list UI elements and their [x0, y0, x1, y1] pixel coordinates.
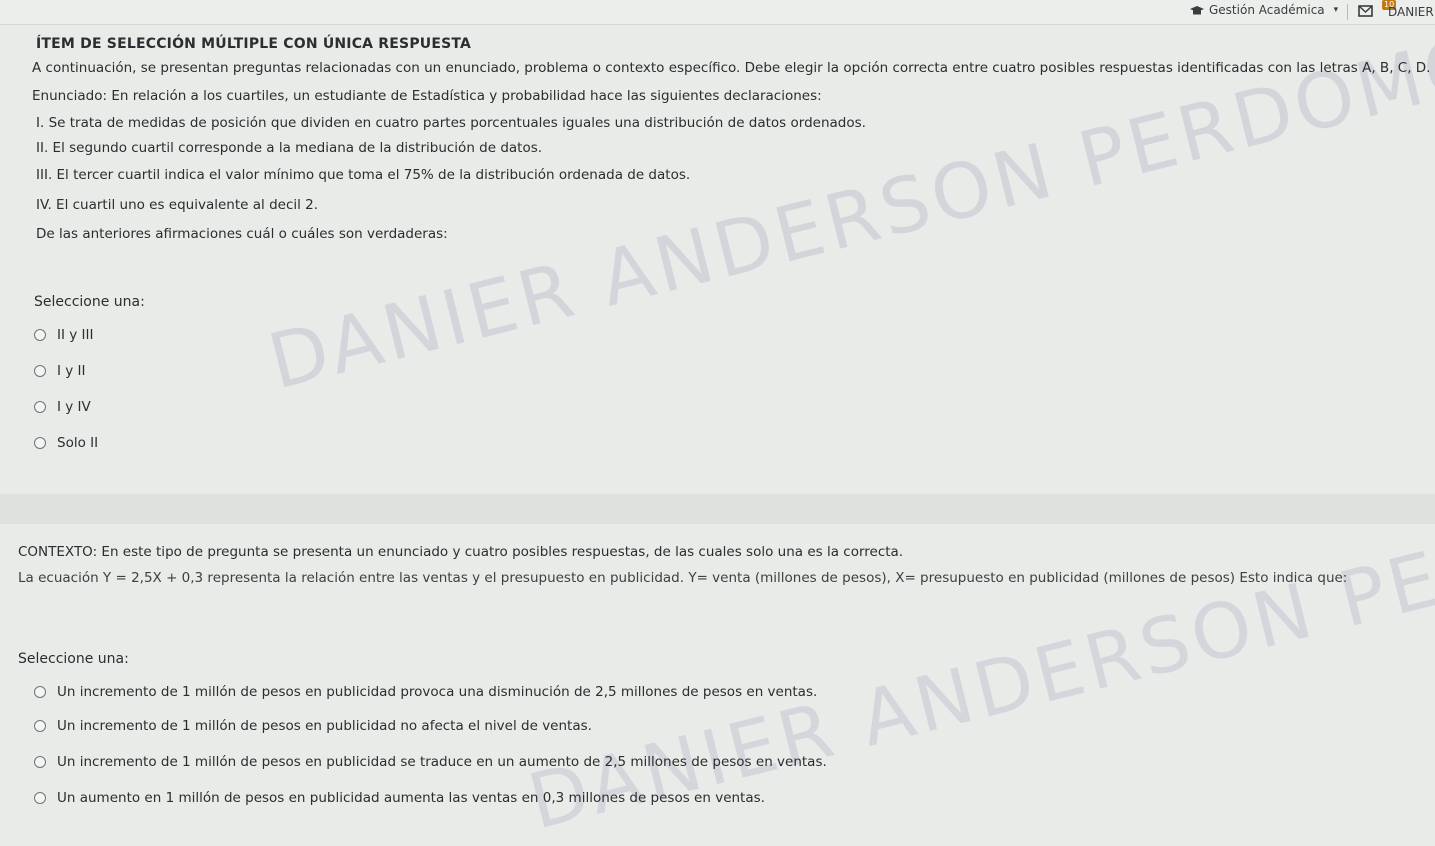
question-2: CONTEXTO: En este tipo de pregunta se pr… [0, 524, 1435, 834]
answer-option[interactable]: Un incremento de 1 millón de pesos en pu… [34, 754, 827, 770]
answer-option-label: I y IV [57, 399, 91, 415]
radio-button[interactable] [34, 792, 46, 804]
question-prompt: De las anteriores afirmaciones cuál o cu… [36, 226, 448, 242]
radio-button[interactable] [34, 365, 46, 377]
academic-management-label: Gestión Académica [1209, 3, 1325, 17]
answer-option[interactable]: I y II [34, 363, 86, 379]
academic-management-menu[interactable]: Gestión Académica ▾ [1190, 3, 1338, 17]
radio-button[interactable] [34, 686, 46, 698]
radio-button[interactable] [34, 401, 46, 413]
claim-2: II. El segundo cuartil corresponde a la … [36, 140, 543, 156]
topbar-divider [1347, 4, 1348, 20]
answer-option-label: Un aumento en 1 millón de pesos en publi… [57, 790, 765, 806]
claim-1: I. Se trata de medidas de posición que d… [36, 115, 866, 131]
message-icon[interactable] [1358, 4, 1374, 18]
claim-4: IV. El cuartil uno es equivalente al dec… [36, 197, 319, 213]
top-navigation-bar: Gestión Académica ▾ 10 DANIER [0, 0, 1435, 25]
answer-option-label: Un incremento de 1 millón de pesos en pu… [57, 718, 592, 734]
answer-option-label: I y II [57, 363, 86, 379]
answer-option[interactable]: Un aumento en 1 millón de pesos en publi… [34, 790, 765, 806]
radio-button[interactable] [34, 437, 46, 449]
radio-button[interactable] [34, 329, 46, 341]
answer-option[interactable]: Solo II [34, 435, 98, 451]
answer-option-label: Un incremento de 1 millón de pesos en pu… [57, 684, 818, 700]
select-one-label: Seleccione una: [18, 651, 129, 667]
answer-option[interactable]: Un incremento de 1 millón de pesos en pu… [34, 684, 817, 700]
answer-option-label: Un incremento de 1 millón de pesos en pu… [57, 754, 827, 770]
question-type-title: ÍTEM DE SELECCIÓN MÚLTIPLE CON ÚNICA RES… [36, 36, 472, 52]
answer-option-label: Solo II [57, 435, 99, 451]
user-menu[interactable]: DANIER [1388, 5, 1434, 19]
radio-button[interactable] [34, 720, 46, 732]
question-intro: A continuación, se presentan preguntas r… [32, 60, 1431, 76]
question-1: ÍTEM DE SELECCIÓN MÚLTIPLE CON ÚNICA RES… [0, 24, 1435, 494]
claim-3: III. El tercer cuartil indica el valor m… [36, 167, 691, 183]
question-equation-text: La ecuación Y = 2,5X + 0,3 representa la… [18, 570, 1348, 586]
question-separator [0, 494, 1435, 524]
chevron-down-icon: ▾ [1333, 5, 1339, 15]
answer-option[interactable]: II y III [34, 327, 93, 343]
radio-button[interactable] [34, 756, 46, 768]
question-context: CONTEXTO: En este tipo de pregunta se pr… [18, 544, 904, 560]
answer-option[interactable]: Un incremento de 1 millón de pesos en pu… [34, 718, 592, 734]
answer-option[interactable]: I y IV [34, 399, 91, 415]
graduation-cap-icon [1190, 5, 1204, 14]
question-statement: Enunciado: En relación a los cuartiles, … [32, 88, 822, 104]
select-one-label: Seleccione una: [34, 294, 145, 310]
answer-option-label: II y III [57, 327, 94, 343]
